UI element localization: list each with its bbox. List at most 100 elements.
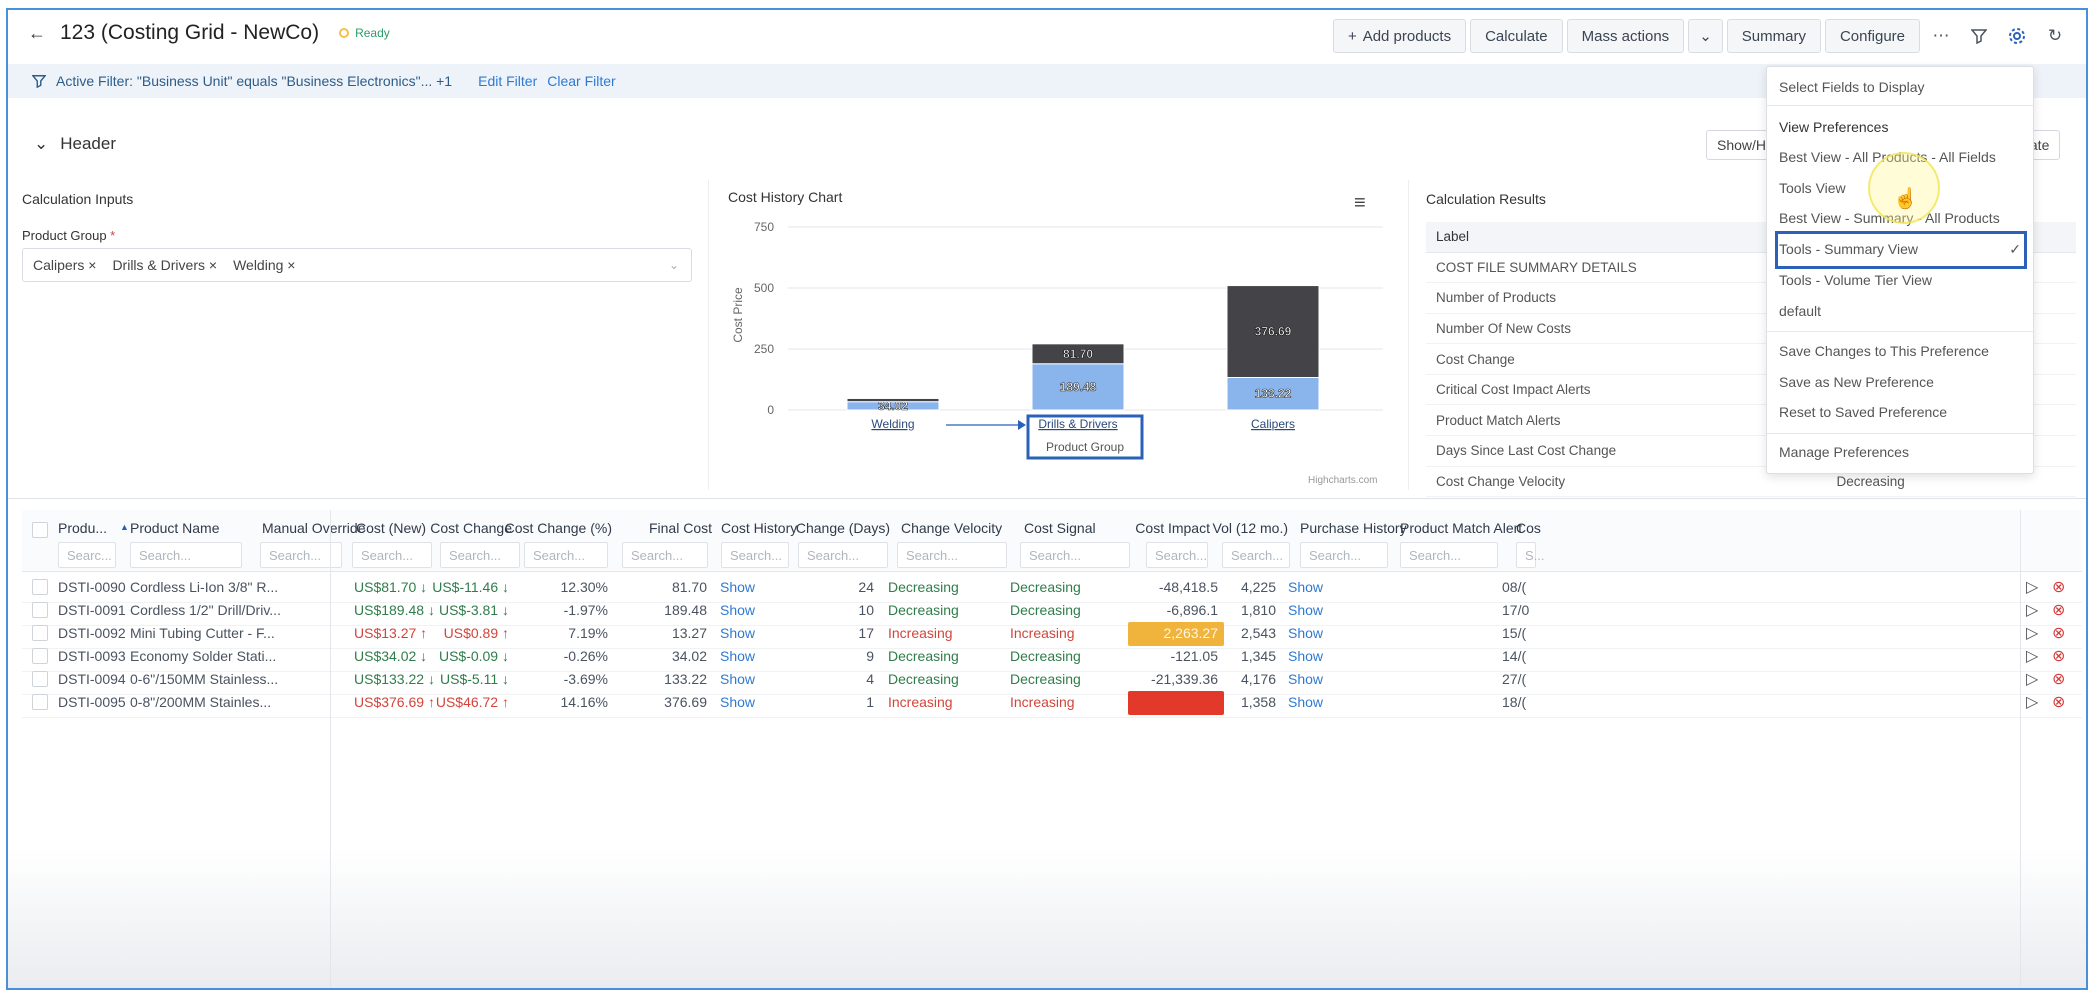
column-header[interactable]: Final Cost	[649, 520, 712, 536]
column-header[interactable]: Change (Days)	[796, 520, 890, 536]
chip-remove-icon[interactable]: ×	[88, 257, 96, 273]
purchase-history-link[interactable]: Show	[1288, 694, 1323, 710]
column-header[interactable]: Product Match Alert	[1400, 520, 1522, 536]
menu-item-save-as-new[interactable]: Save as New Preference	[1779, 374, 1934, 390]
row-checkbox[interactable]	[32, 671, 48, 687]
chip-welding[interactable]: Welding ×	[233, 257, 295, 273]
row-checkbox[interactable]	[32, 602, 48, 618]
send-icon[interactable]: ▷	[2026, 692, 2038, 712]
remove-icon[interactable]: ⊗	[2052, 669, 2065, 689]
gear-icon[interactable]	[2000, 19, 2034, 53]
column-header[interactable]: Cos	[1516, 520, 1541, 536]
row-checkbox[interactable]	[32, 648, 48, 664]
purchase-history-link[interactable]: Show	[1288, 671, 1323, 687]
column-header[interactable]: Cost Change	[430, 520, 512, 536]
column-search-input[interactable]: Search...	[798, 542, 888, 568]
column-search-input[interactable]: S...	[1516, 542, 1545, 568]
send-icon[interactable]: ▷	[2026, 623, 2038, 643]
column-header[interactable]: Cost Impact	[1135, 520, 1210, 536]
send-icon[interactable]: ▷	[2026, 669, 2038, 689]
column-search-input[interactable]: Search...	[440, 542, 520, 568]
product-group-multiselect[interactable]: Calipers × Drills & Drivers × Welding × …	[22, 248, 692, 282]
chart-credit[interactable]: Highcharts.com	[1308, 475, 1377, 486]
select-all-checkbox[interactable]	[32, 522, 48, 538]
configure-button[interactable]: Configure	[1824, 19, 1920, 53]
menu-item-reset[interactable]: Reset to Saved Preference	[1779, 404, 1947, 420]
column-search-input[interactable]: Search...	[524, 542, 608, 568]
send-icon[interactable]: ▷	[2026, 600, 2038, 620]
mass-actions-button[interactable]: Mass actions	[1566, 19, 1685, 53]
table-row[interactable]: DSTI-0095 0-8"/200MM Stainles... US$376.69…	[22, 687, 2082, 718]
cost-history-link[interactable]: Show	[720, 671, 755, 687]
chip-calipers[interactable]: Calipers ×	[33, 257, 96, 273]
header-section-toggle[interactable]: ⌄ Header	[34, 134, 116, 154]
purchase-history-link[interactable]: Show	[1288, 648, 1323, 664]
purchase-history-link[interactable]: Show	[1288, 579, 1323, 595]
column-header[interactable]: Cost History	[721, 520, 797, 536]
column-header[interactable]: Change Velocity	[901, 520, 1002, 536]
cost-history-link[interactable]: Show	[720, 579, 755, 595]
column-search-input[interactable]: Search...	[1222, 542, 1290, 568]
add-products-label: Add products	[1362, 27, 1452, 45]
menu-item-save-changes[interactable]: Save Changes to This Preference	[1779, 343, 1989, 359]
cost-history-link[interactable]: Show	[720, 648, 755, 664]
purchase-history-link[interactable]: Show	[1288, 602, 1323, 618]
column-header[interactable]: Purchase History	[1300, 520, 1407, 536]
column-search-input[interactable]: Search...	[1020, 542, 1130, 568]
menu-item-manage-preferences[interactable]: Manage Preferences	[1779, 444, 1909, 460]
summary-button[interactable]: Summary	[1726, 19, 1821, 53]
column-search-input[interactable]: Search...	[721, 542, 789, 568]
column-search-input[interactable]: Search...	[130, 542, 242, 568]
column-search-input[interactable]: Search...	[897, 542, 1007, 568]
purchase-history-link[interactable]: Show	[1288, 625, 1323, 641]
column-header[interactable]: Cost Signal	[1024, 520, 1096, 536]
remove-icon[interactable]: ⊗	[2052, 600, 2065, 620]
chart-menu-icon[interactable]: ≡	[1354, 192, 1366, 215]
cost-history-link[interactable]: Show	[720, 602, 755, 618]
column-search-input[interactable]: Searc...	[58, 542, 116, 568]
column-search-input[interactable]: Search...	[622, 542, 708, 568]
menu-item-tools-summary-view[interactable]: Tools - Summary View	[1779, 241, 1918, 257]
remove-icon[interactable]: ⊗	[2052, 692, 2065, 712]
filter-icon[interactable]	[1962, 19, 1996, 53]
sort-ascending-icon[interactable]: ▲	[120, 522, 129, 532]
more-icon[interactable]: ⋯	[1924, 19, 1958, 53]
column-header[interactable]: Product Name	[130, 520, 219, 536]
remove-icon[interactable]: ⊗	[2052, 577, 2065, 597]
menu-item-select-fields[interactable]: Select Fields to Display	[1779, 79, 1925, 95]
remove-icon[interactable]: ⊗	[2052, 646, 2065, 666]
column-search-input[interactable]: Search...	[352, 542, 432, 568]
mass-actions-dropdown-button[interactable]: ⌄	[1688, 19, 1723, 53]
menu-item-default[interactable]: default	[1779, 303, 1821, 319]
menu-item-tools-view[interactable]: Tools View	[1779, 180, 1846, 196]
send-icon[interactable]: ▷	[2026, 577, 2038, 597]
column-search-input[interactable]: Search...	[1400, 542, 1498, 568]
menu-item-tools-volume-tier[interactable]: Tools - Volume Tier View	[1779, 272, 1932, 288]
clear-filter-link[interactable]: Clear Filter	[547, 73, 615, 89]
add-products-button[interactable]: + Add products	[1332, 19, 1467, 53]
chip-drills-drivers[interactable]: Drills & Drivers ×	[112, 257, 217, 273]
column-header[interactable]: Manual Override	[262, 520, 366, 536]
column-search-input[interactable]: Search...	[1300, 542, 1388, 568]
cost-history-link[interactable]: Show	[720, 625, 755, 641]
back-arrow-icon[interactable]: ←	[28, 23, 46, 44]
column-header[interactable]: Produ...	[58, 520, 107, 536]
chip-remove-icon[interactable]: ×	[287, 257, 295, 273]
edit-filter-link[interactable]: Edit Filter	[478, 73, 537, 89]
row-checkbox[interactable]	[32, 625, 48, 641]
column-header[interactable]: Cost Change (%)	[505, 520, 612, 536]
remove-icon[interactable]: ⊗	[2052, 623, 2065, 643]
final-cost: 133.22	[664, 671, 707, 687]
column-header[interactable]: Cost (New)	[356, 520, 426, 536]
send-icon[interactable]: ▷	[2026, 646, 2038, 666]
column-search-input[interactable]: Search...	[1146, 542, 1208, 568]
refresh-icon[interactable]: ↻	[2038, 19, 2072, 53]
row-checkbox[interactable]	[32, 694, 48, 710]
plus-icon: +	[1347, 27, 1357, 45]
row-checkbox[interactable]	[32, 579, 48, 595]
column-header[interactable]: Vol (12 mo.)	[1213, 520, 1288, 536]
chip-remove-icon[interactable]: ×	[209, 257, 217, 273]
chevron-down-icon[interactable]: ⌄	[669, 258, 679, 272]
calculate-button[interactable]: Calculate	[1470, 19, 1563, 53]
cost-history-link[interactable]: Show	[720, 694, 755, 710]
